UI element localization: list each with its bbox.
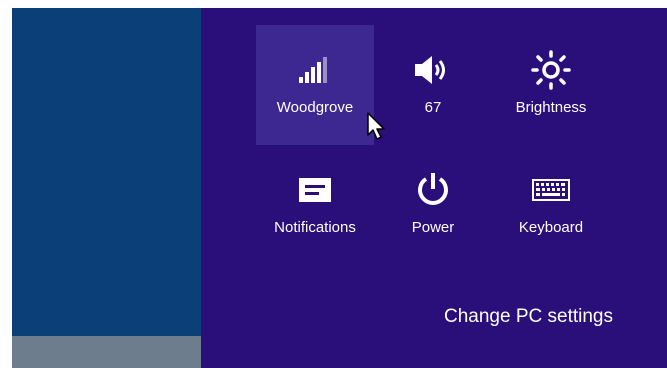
power-label: Power [411, 219, 455, 236]
mouse-pointer-icon [366, 112, 388, 142]
keyboard-tile[interactable]: Keyboard [492, 145, 610, 265]
notifications-tile[interactable]: Notifications [256, 145, 374, 265]
power-icon [374, 173, 492, 207]
brightness-tile[interactable]: Brightness [492, 25, 610, 145]
keyboard-icon [492, 173, 610, 207]
volume-tile[interactable]: 67 [374, 25, 492, 145]
keyboard-label: Keyboard [518, 219, 584, 236]
speaker-icon [374, 53, 492, 87]
network-label: Woodgrove [276, 99, 354, 116]
taskbar-strip [12, 336, 201, 368]
network-tile[interactable]: Woodgrove [256, 25, 374, 145]
sun-icon [492, 50, 610, 90]
signal-bars-icon [256, 53, 374, 87]
brightness-label: Brightness [515, 99, 587, 116]
power-tile[interactable]: Power [374, 145, 492, 265]
screen: Woodgrove 67 Brightness Notifications Po… [0, 0, 667, 368]
settings-charm-panel: Woodgrove 67 Brightness Notifications Po… [201, 8, 667, 368]
volume-label: 67 [424, 99, 442, 116]
desktop-background [12, 8, 201, 336]
message-icon [256, 173, 374, 207]
change-pc-settings-link[interactable]: Change PC settings [444, 306, 613, 328]
notifications-label: Notifications [274, 219, 356, 236]
